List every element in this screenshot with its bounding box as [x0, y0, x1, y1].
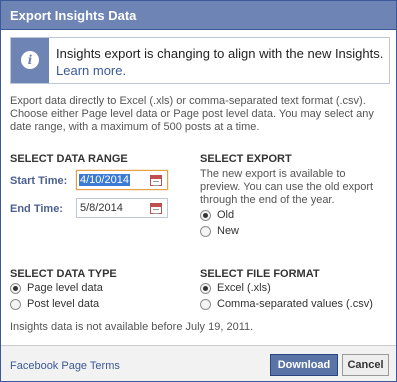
- radio-button[interactable]: [200, 209, 211, 221]
- file-format-xls[interactable]: Excel (.xls): [200, 281, 271, 295]
- cancel-button[interactable]: Cancel: [342, 354, 389, 376]
- data-type-heading: SELECT DATA TYPE: [10, 268, 117, 280]
- radio-button[interactable]: [10, 298, 21, 310]
- file-format-heading: SELECT FILE FORMAT: [200, 268, 320, 280]
- end-date-value: 5/8/2014: [80, 202, 123, 214]
- data-type-label: Page level data: [27, 282, 103, 294]
- export-insights-dialog: Export Insights Data i Insights export i…: [0, 0, 397, 382]
- file-format-csv[interactable]: Comma-separated values (.csv): [200, 297, 373, 311]
- data-type-page-level[interactable]: Page level data: [10, 281, 103, 295]
- dialog-titlebar: Export Insights Data: [1, 1, 396, 30]
- start-date-input[interactable]: 4/10/2014: [76, 170, 168, 190]
- file-format-label: Excel (.xls): [217, 282, 271, 294]
- page-terms-link[interactable]: Facebook Page Terms: [10, 360, 120, 372]
- file-format-label: Comma-separated values (.csv): [217, 298, 373, 310]
- end-date-input[interactable]: 5/8/2014: [76, 198, 168, 218]
- info-icon: i: [21, 51, 39, 69]
- intro-text: Export data directly to Excel (.xls) or …: [10, 95, 374, 133]
- dialog-footer: Facebook Page Terms Download Cancel: [1, 345, 396, 381]
- radio-button[interactable]: [200, 225, 211, 237]
- select-export-heading: SELECT EXPORT: [200, 153, 292, 165]
- export-option-old[interactable]: Old: [200, 208, 234, 222]
- start-date-value: 4/10/2014: [79, 174, 130, 186]
- data-type-post-level[interactable]: Post level data: [10, 297, 99, 311]
- calendar-icon[interactable]: [150, 175, 162, 186]
- info-icon-box: i: [11, 38, 49, 83]
- export-option-new[interactable]: New: [200, 224, 239, 238]
- radio-button[interactable]: [200, 282, 211, 294]
- notice-text: Insights export is changing to align wit…: [56, 46, 384, 61]
- export-option-label: New: [217, 225, 240, 237]
- availability-note: Insights data is not available before Ju…: [10, 321, 254, 333]
- dialog-title: Export Insights Data: [10, 8, 137, 23]
- calendar-icon[interactable]: [150, 203, 162, 214]
- radio-button[interactable]: [200, 298, 211, 310]
- end-time-label: End Time:: [10, 203, 63, 215]
- data-type-label: Post level data: [27, 298, 100, 310]
- learn-more-link[interactable]: Learn more.: [56, 63, 126, 78]
- notice-message: Insights export is changing to align wit…: [56, 45, 386, 79]
- export-option-label: Old: [217, 209, 235, 221]
- start-time-label: Start Time:: [10, 175, 68, 187]
- info-notice: i Insights export is changing to align w…: [10, 37, 390, 84]
- export-note: The new export is available to preview. …: [200, 168, 374, 206]
- date-range-heading: SELECT DATA RANGE: [10, 153, 128, 165]
- radio-button[interactable]: [10, 282, 21, 294]
- download-button[interactable]: Download: [270, 354, 338, 376]
